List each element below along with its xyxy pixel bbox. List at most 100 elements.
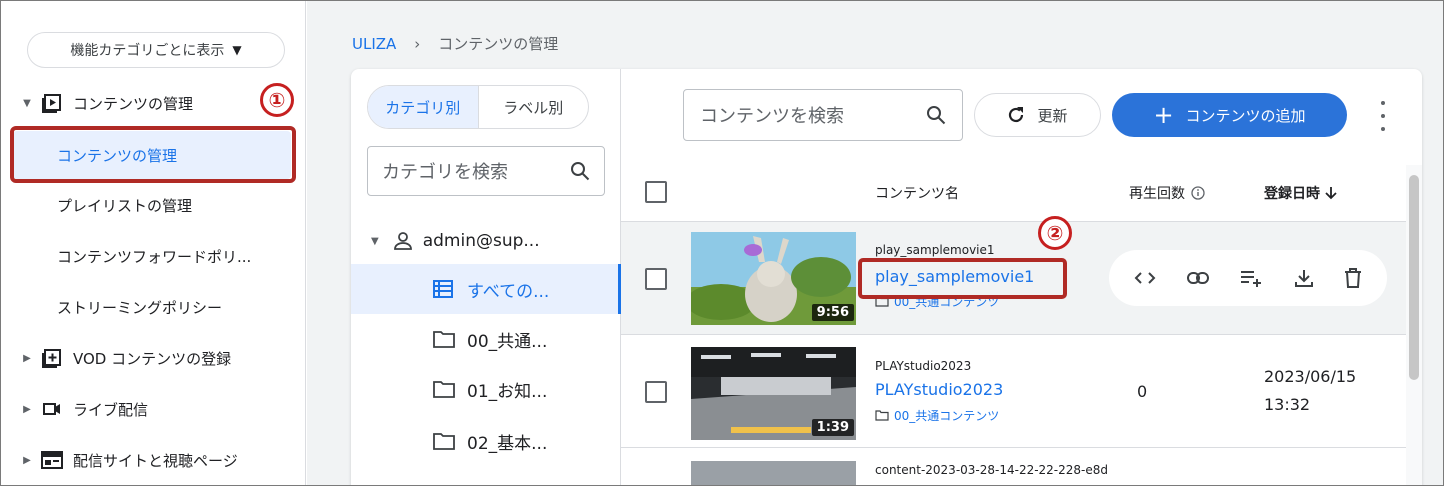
annotation-highlight-box-2	[858, 258, 1067, 299]
tree-item-folder-02[interactable]: 02_基本...	[433, 419, 547, 463]
scrollbar-thumb[interactable]	[1409, 175, 1419, 380]
table-row[interactable]: content-2023-03-28-14-22-22-228-e8d	[621, 448, 1406, 485]
column-header-plays-label: 再生回数	[1129, 186, 1185, 202]
breadcrumb-current: コンテンツの管理	[438, 35, 559, 53]
web-page-icon	[41, 449, 63, 471]
expand-right-icon: ▶	[23, 403, 31, 415]
folder-link[interactable]: 00_共通コンテンツ	[875, 407, 999, 424]
column-header-date[interactable]: 登録日時	[1264, 183, 1337, 203]
tree-item-label: admin@sup...	[422, 231, 540, 251]
breadcrumb-separator: ›	[414, 34, 421, 53]
folder-icon	[433, 381, 455, 398]
content-search-input[interactable]: コンテンツを検索	[683, 89, 963, 141]
view-mode-label: 機能カテゴリごとに表示	[70, 43, 225, 59]
person-icon	[393, 232, 412, 250]
annotation-highlight-box-1	[10, 126, 296, 183]
sidebar-item-content-forward-policy[interactable]: コンテンツフォワードポリ...	[57, 236, 251, 276]
embed-code-icon[interactable]	[1134, 270, 1156, 286]
nav-group-label: VOD コンテンツの登録	[73, 349, 232, 368]
play-count: 0	[1137, 382, 1148, 401]
expand-right-icon: ▶	[23, 352, 31, 364]
registered-date: 2023/06/15	[1264, 367, 1357, 386]
expand-down-icon: ▼	[371, 235, 379, 247]
sidebar-item-playlist-management[interactable]: プレイリストの管理	[57, 185, 192, 225]
duration-badge: 1:39	[811, 419, 854, 436]
search-icon[interactable]	[570, 161, 590, 181]
tree-item-folder-00[interactable]: 00_共通...	[433, 317, 547, 361]
folder-icon	[433, 433, 455, 450]
breadcrumb-root-link[interactable]: ULIZA	[352, 35, 396, 53]
info-icon[interactable]	[1191, 186, 1205, 200]
tab-category[interactable]: カテゴリ別	[368, 86, 479, 128]
search-icon[interactable]	[926, 105, 946, 125]
nav-group-label: 配信サイトと視聴ページ	[73, 451, 238, 470]
table-header: コンテンツ名 再生回数 登録日時	[621, 165, 1406, 222]
category-label-toggle: カテゴリ別 ラベル別	[367, 85, 589, 129]
content-card: カテゴリ別 ラベル別 カテゴリを検索 ▼ admin@sup... すべての..…	[351, 69, 1422, 485]
add-content-label: コンテンツの追加	[1185, 106, 1306, 125]
nav-group-live[interactable]: ▶ ライブ配信	[21, 389, 148, 429]
main-area: ULIZA › コンテンツの管理 カテゴリ別 ラベル別 カテゴリを検索 ▼ ad…	[307, 1, 1443, 485]
expand-right-icon: ▶	[23, 454, 31, 466]
expand-down-icon: ▼	[23, 97, 31, 109]
category-search-input[interactable]: カテゴリを検索	[367, 146, 605, 196]
screenshot-frame: 機能カテゴリごとに表示 ▼ ▼ コンテンツの管理 ① コンテンツの管理 プレイリ…	[0, 0, 1444, 486]
tree-item-label: すべての...	[467, 281, 550, 302]
video-thumbnail[interactable]: 1:39	[691, 347, 856, 440]
download-icon[interactable]	[1294, 268, 1314, 288]
breadcrumb: ULIZA › コンテンツの管理	[352, 33, 558, 54]
category-search-placeholder: カテゴリを検索	[382, 162, 508, 183]
view-mode-select[interactable]: 機能カテゴリごとに表示 ▼	[27, 32, 285, 68]
video-thumbnail[interactable]	[691, 461, 856, 485]
more-vert-icon[interactable]	[1378, 101, 1388, 131]
nav-group-sites[interactable]: ▶ 配信サイトと視聴ページ	[21, 440, 238, 480]
tree-item-account[interactable]: ▼ admin@sup...	[371, 219, 540, 263]
caret-down-icon: ▼	[232, 43, 242, 57]
tree-item-all[interactable]: すべての...	[433, 267, 549, 311]
nav-group-label: コンテンツの管理	[73, 94, 194, 113]
folder-icon	[433, 331, 455, 348]
add-content-button[interactable]: + コンテンツの追加	[1112, 93, 1347, 137]
table-row[interactable]: 9:56 play_samplemovie1 play_samplemovie1…	[621, 216, 1406, 335]
column-header-name[interactable]: コンテンツ名	[875, 183, 959, 203]
column-header-date-label: 登録日時	[1264, 186, 1320, 202]
table-row[interactable]: 1:39 PLAYstudio2023 PLAYstudio2023 00_共通…	[621, 335, 1406, 448]
content-id: PLAYstudio2023	[875, 359, 972, 373]
tree-item-label: 02_基本...	[467, 433, 548, 454]
annotation-marker-2: ②	[1038, 216, 1072, 250]
folder-icon	[875, 410, 889, 421]
content-panel: コンテンツを検索 更新 + コンテンツの追加 コンテンツ名 再生回数 登録日時 …	[621, 69, 1422, 485]
content-title-link[interactable]: PLAYstudio2023	[875, 380, 1003, 399]
select-all-checkbox[interactable]	[645, 181, 667, 203]
vertical-scrollbar[interactable]	[1406, 165, 1422, 485]
nav-group-vod-registration[interactable]: ▶ VOD コンテンツの登録	[21, 338, 231, 378]
play-box-icon	[41, 92, 63, 114]
playlist-add-icon[interactable]	[1240, 269, 1264, 287]
tree-item-folder-01[interactable]: 01_お知...	[433, 367, 547, 411]
add-box-icon	[41, 347, 63, 369]
category-panel: カテゴリ別 ラベル別 カテゴリを検索 ▼ admin@sup... すべての..…	[351, 69, 621, 485]
tab-label[interactable]: ラベル別	[479, 86, 589, 128]
delete-icon[interactable]	[1344, 268, 1362, 288]
tree-item-label: 00_共通...	[467, 331, 548, 352]
refresh-button[interactable]: 更新	[974, 93, 1101, 137]
column-header-plays[interactable]: 再生回数	[1129, 183, 1205, 203]
content-id: content-2023-03-28-14-22-22-228-e8d	[875, 463, 1109, 477]
tree-item-label: 01_お知...	[467, 381, 548, 402]
nav-group-content-management[interactable]: ▼ コンテンツの管理	[21, 83, 193, 123]
folder-link-label: 00_共通コンテンツ	[894, 409, 1000, 423]
content-search-placeholder: コンテンツを検索	[700, 106, 844, 127]
row-checkbox[interactable]	[645, 268, 667, 290]
sidebar: 機能カテゴリごとに表示 ▼ ▼ コンテンツの管理 ① コンテンツの管理 プレイリ…	[1, 1, 306, 485]
list-icon	[433, 280, 453, 298]
registered-time: 13:32	[1264, 395, 1311, 414]
sidebar-item-streaming-policy[interactable]: ストリーミングポリシー	[57, 287, 222, 327]
duration-badge: 9:56	[811, 304, 854, 321]
row-checkbox[interactable]	[645, 381, 667, 403]
link-icon[interactable]	[1186, 271, 1210, 285]
plus-icon: +	[1153, 101, 1174, 129]
arrow-down-icon	[1325, 187, 1337, 200]
video-camera-icon	[41, 398, 63, 420]
refresh-label: 更新	[1037, 106, 1068, 125]
video-thumbnail[interactable]: 9:56	[691, 232, 856, 325]
